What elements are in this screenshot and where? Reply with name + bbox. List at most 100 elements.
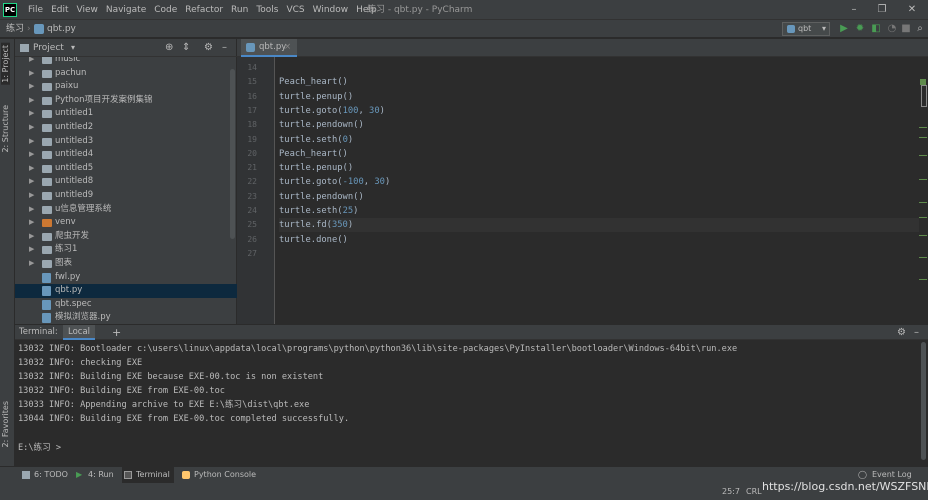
run-config-select[interactable]: qbt ▾ (782, 22, 830, 36)
coverage-icon[interactable]: ◧ (869, 22, 883, 36)
favorites-tool-tab[interactable]: 2: Favorites (1, 401, 10, 447)
code-line[interactable]: Peach_heart() (279, 75, 919, 89)
project-tree-item[interactable]: qbt.spec (15, 298, 237, 312)
project-tree-item[interactable]: ▶ venv (15, 216, 237, 230)
breadcrumb-file[interactable]: qbt.py (47, 20, 76, 38)
code-line[interactable]: turtle.fd(350) (279, 218, 919, 233)
project-tree-item[interactable]: ▶ untitled1 (15, 107, 237, 121)
run-icon[interactable]: ▶ (837, 22, 851, 36)
editor-scroll-thumb[interactable] (921, 85, 927, 107)
code-area[interactable]: Peach_heart() turtle.penup() turtle.goto(1… (279, 57, 919, 324)
terminal-tab-local[interactable]: Local (63, 325, 95, 340)
line-separator[interactable]: CRL (746, 483, 762, 500)
code-line[interactable]: turtle.goto(-100, 30) (279, 175, 919, 189)
debug-icon[interactable]: ✹ (853, 22, 867, 36)
terminal-tool-tab[interactable]: Terminal (122, 467, 174, 483)
code-line[interactable]: turtle.seth(25) (279, 204, 919, 218)
project-tree-item[interactable]: ▶ untitled5 (15, 162, 237, 176)
chevron-right-icon[interactable]: ▶ (29, 80, 34, 94)
project-tree-item[interactable]: 模拟浏览器.py (15, 311, 237, 324)
project-tree-item[interactable]: ▶ pachun (15, 67, 237, 81)
chevron-right-icon[interactable]: ▶ (29, 67, 34, 81)
chevron-right-icon[interactable]: ▶ (29, 148, 34, 162)
editor-tab-qbt[interactable]: qbt.py × (241, 39, 297, 57)
gear-icon[interactable]: ⚙ (897, 325, 906, 340)
profile-icon[interactable]: ◔ (885, 22, 899, 36)
chevron-right-icon[interactable]: ▶ (29, 175, 34, 189)
menu-window[interactable]: Window (309, 0, 353, 20)
menu-navigate[interactable]: Navigate (102, 0, 150, 20)
chevron-right-icon[interactable]: ▶ (29, 135, 34, 149)
chevron-right-icon[interactable]: ▶ (29, 216, 34, 230)
project-tree-item[interactable]: ▶ u信息管理系统 (15, 203, 237, 217)
project-tree-item[interactable]: fwl.py (15, 271, 237, 285)
menu-vcs[interactable]: VCS (282, 0, 308, 20)
menu-code[interactable]: Code (150, 0, 181, 20)
menu-view[interactable]: View (73, 0, 102, 20)
project-tree-item[interactable]: ▶ 爬虫开发 (15, 230, 237, 244)
hide-icon[interactable]: – (914, 325, 919, 340)
chevron-right-icon[interactable]: ▶ (29, 203, 34, 217)
menu-file[interactable]: File (24, 0, 47, 20)
menu-edit[interactable]: Edit (47, 0, 72, 20)
chevron-down-icon[interactable]: ▾ (71, 39, 75, 57)
code-line[interactable]: turtle.seth(0) (279, 133, 919, 147)
project-panel-title[interactable]: Project (33, 39, 64, 57)
project-tree-item[interactable]: ▶ untitled3 (15, 135, 237, 149)
terminal-scrollbar[interactable] (921, 342, 926, 460)
chevron-right-icon[interactable]: ▶ (29, 162, 34, 176)
project-tree-item[interactable]: ▶ untitled9 (15, 189, 237, 203)
code-line[interactable] (279, 247, 919, 261)
run-tool-tab[interactable]: ▶ 4: Run (74, 467, 114, 483)
code-line[interactable]: turtle.pendown() (279, 118, 919, 132)
code-line[interactable]: turtle.penup() (279, 161, 919, 175)
structure-tool-tab[interactable]: 2: Structure (1, 105, 10, 153)
project-tool-tab[interactable]: 1: Project (1, 43, 10, 85)
code-line[interactable]: turtle.goto(100, 30) (279, 104, 919, 118)
terminal-output[interactable]: 13032 INFO: Bootloader c:\users\linux\ap… (15, 340, 928, 466)
gear-icon[interactable]: ⚙ (204, 39, 213, 57)
collapse-icon[interactable]: ⇕ (182, 39, 190, 57)
project-tree-item[interactable]: ▶ 图表 (15, 257, 237, 271)
minimize-button[interactable]: – (840, 0, 868, 20)
todo-tool-tab[interactable]: 6: TODO (20, 467, 68, 483)
menu-tools[interactable]: Tools (252, 0, 282, 20)
python-console-tool-tab[interactable]: Python Console (180, 467, 256, 483)
code-line[interactable]: turtle.penup() (279, 90, 919, 104)
stop-icon[interactable]: ■ (899, 22, 913, 36)
chevron-right-icon[interactable]: ▶ (29, 57, 34, 67)
search-icon[interactable]: ⌕ (913, 22, 927, 36)
project-tree-item[interactable]: ▶ music (15, 57, 237, 67)
menu-refactor[interactable]: Refactor (181, 0, 227, 20)
close-button[interactable]: ✕ (898, 0, 926, 20)
project-tree-item[interactable]: ▶ untitled2 (15, 121, 237, 135)
chevron-right-icon[interactable]: ▶ (29, 230, 34, 244)
caret-position[interactable]: 25:7 (722, 483, 740, 500)
hide-icon[interactable]: – (222, 39, 227, 57)
project-scrollbar[interactable] (230, 69, 235, 239)
chevron-right-icon[interactable]: ▶ (29, 121, 34, 135)
close-icon[interactable]: × (284, 39, 291, 56)
add-terminal-button[interactable]: + (112, 325, 121, 340)
code-line[interactable] (279, 61, 919, 75)
code-line[interactable]: Peach_heart() (279, 147, 919, 161)
project-tree-item[interactable]: qbt.py (15, 284, 237, 298)
chevron-right-icon[interactable]: ▶ (29, 257, 34, 271)
chevron-right-icon[interactable]: ▶ (29, 189, 34, 203)
code-line[interactable]: turtle.done() (279, 233, 919, 247)
project-tree-item[interactable]: ▶ untitled4 (15, 148, 237, 162)
editor-scrollbar[interactable] (918, 57, 928, 324)
code-line[interactable]: turtle.pendown() (279, 190, 919, 204)
project-tree-item[interactable]: ▶ paixu (15, 80, 237, 94)
project-tree-item[interactable]: ▶ untitled8 (15, 175, 237, 189)
chevron-right-icon[interactable]: ▶ (29, 94, 34, 108)
project-tree-item[interactable]: ▶ 练习1 (15, 243, 237, 257)
breadcrumb-project[interactable]: 练习 (6, 20, 24, 38)
maximize-button[interactable]: ❐ (868, 0, 896, 20)
chevron-right-icon[interactable]: ▶ (29, 107, 34, 121)
terminal-prompt[interactable]: E:\练习 > (18, 441, 61, 455)
menu-run[interactable]: Run (227, 0, 252, 20)
project-tree-item[interactable]: ▶ Python项目开发案例集锦 (15, 94, 237, 108)
chevron-right-icon[interactable]: ▶ (29, 243, 34, 257)
locate-icon[interactable]: ⊕ (165, 39, 173, 57)
